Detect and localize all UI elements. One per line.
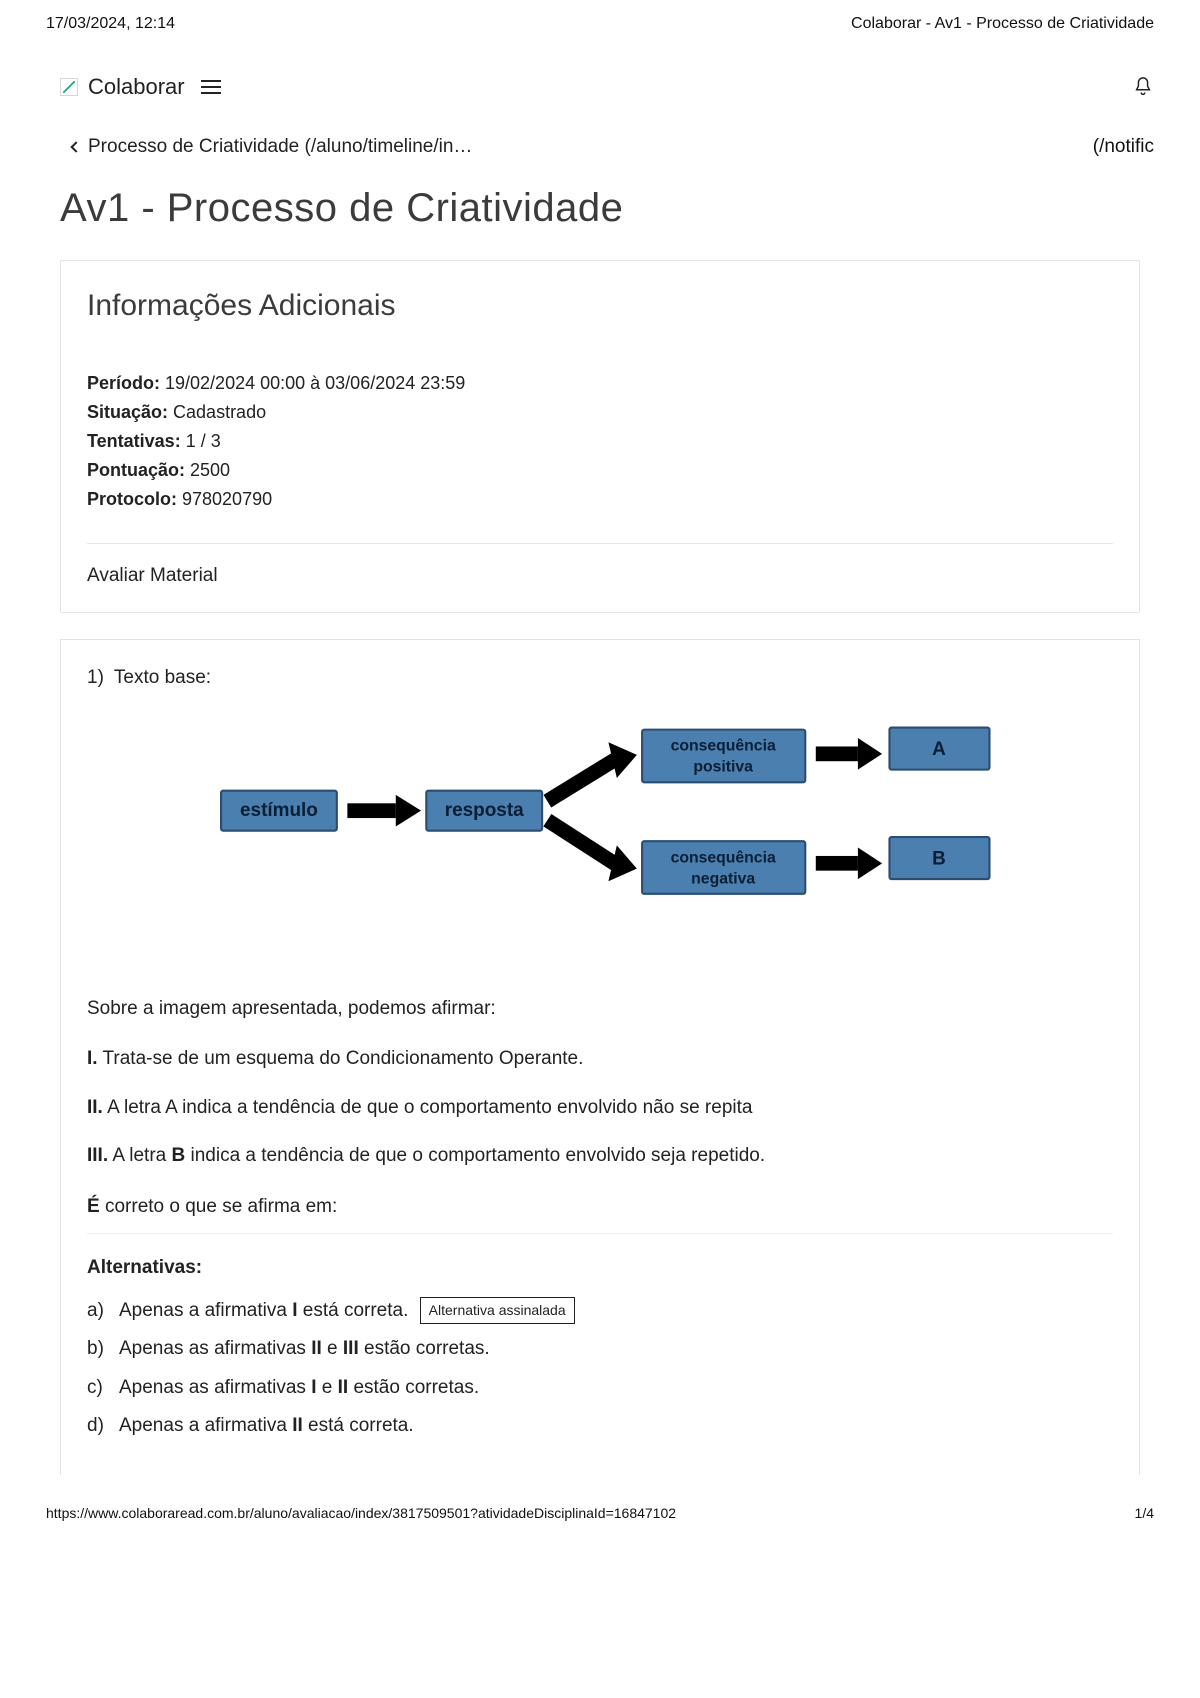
rate-material-link[interactable]: Avaliar Material bbox=[87, 562, 1113, 591]
statement-3: III. A letra B indica a tendência de que… bbox=[87, 1142, 1113, 1171]
question-header: 1) Texto base: bbox=[87, 664, 1113, 693]
alternative-b[interactable]: b) Apenas as afirmativas II e III estão … bbox=[87, 1335, 1113, 1364]
info-protocol: Protocolo: 978020790 bbox=[87, 486, 1113, 513]
info-score: Pontuação: 2500 bbox=[87, 457, 1113, 484]
notific-link-truncated[interactable]: (/notific bbox=[1093, 133, 1154, 162]
bell-icon[interactable] bbox=[1132, 74, 1154, 100]
info-card-title: Informações Adicionais bbox=[87, 283, 1113, 328]
info-status: Situação: Cadastrado bbox=[87, 399, 1113, 426]
svg-text:consequência: consequência bbox=[671, 849, 776, 866]
svg-text:B: B bbox=[932, 848, 946, 869]
print-datetime: 17/03/2024, 12:14 bbox=[46, 12, 175, 36]
menu-icon[interactable] bbox=[201, 80, 221, 94]
alternative-a[interactable]: a) Apenas a afirmativa I está correta. A… bbox=[87, 1297, 1113, 1326]
svg-text:consequência: consequência bbox=[671, 737, 776, 754]
flow-diagram: estímulo resposta consequência positiva … bbox=[117, 717, 1083, 917]
selected-badge: Alternativa assinalada bbox=[420, 1297, 575, 1324]
footer-url: https://www.colaboraread.com.br/aluno/av… bbox=[46, 1503, 676, 1524]
svg-text:A: A bbox=[932, 738, 946, 759]
brand[interactable]: Colaborar bbox=[60, 70, 221, 103]
question-base-label: Texto base: bbox=[114, 664, 211, 693]
breadcrumb-row: Processo de Criatividade (/aluno/timelin… bbox=[0, 109, 1200, 168]
question-intro: Sobre a imagem apresentada, podemos afir… bbox=[87, 995, 1113, 1024]
svg-text:resposta: resposta bbox=[445, 799, 524, 820]
brand-logo-icon bbox=[60, 78, 78, 96]
question-card: 1) Texto base: estímulo resposta bbox=[60, 639, 1140, 1475]
print-header: 17/03/2024, 12:14 Colaborar - Av1 - Proc… bbox=[0, 0, 1200, 44]
statement-2: II. A letra A indica a tendência de que … bbox=[87, 1094, 1113, 1123]
breadcrumb[interactable]: Processo de Criatividade (/aluno/timelin… bbox=[72, 133, 472, 162]
brand-text: Colaborar bbox=[88, 70, 185, 103]
question-final-prompt: É correto o que se afirma em: bbox=[87, 1193, 1113, 1222]
question-number: 1) bbox=[87, 664, 104, 693]
topbar: Colaborar bbox=[0, 44, 1200, 109]
print-doc-title: Colaborar - Av1 - Processo de Criativida… bbox=[851, 12, 1154, 36]
info-card: Informações Adicionais Período: 19/02/20… bbox=[60, 260, 1140, 614]
info-attempts: Tentativas: 1 / 3 bbox=[87, 428, 1113, 455]
print-footer: https://www.colaboraread.com.br/aluno/av… bbox=[0, 1475, 1200, 1536]
alternatives-title: Alternativas: bbox=[87, 1254, 1113, 1283]
alternatives-divider bbox=[87, 1233, 1113, 1234]
svg-text:estímulo: estímulo bbox=[240, 799, 318, 820]
statement-1: I. Trata-se de um esquema do Condicionam… bbox=[87, 1045, 1113, 1074]
diagram: estímulo resposta consequência positiva … bbox=[87, 711, 1113, 945]
alternatives-list: a) Apenas a afirmativa I está correta. A… bbox=[87, 1297, 1113, 1441]
breadcrumb-text: Processo de Criatividade (/aluno/timelin… bbox=[88, 133, 472, 162]
alternative-c[interactable]: c) Apenas as afirmativas I e II estão co… bbox=[87, 1374, 1113, 1403]
info-period: Período: 19/02/2024 00:00 à 03/06/2024 2… bbox=[87, 370, 1113, 397]
alternative-d[interactable]: d) Apenas a afirmativa II está correta. bbox=[87, 1412, 1113, 1441]
divider bbox=[87, 543, 1113, 544]
svg-text:positiva: positiva bbox=[693, 758, 753, 775]
page-title: Av1 - Processo de Criatividade bbox=[0, 168, 1200, 260]
footer-page: 1/4 bbox=[1135, 1503, 1154, 1524]
svg-text:negativa: negativa bbox=[691, 870, 755, 887]
chevron-left-icon bbox=[70, 142, 81, 153]
